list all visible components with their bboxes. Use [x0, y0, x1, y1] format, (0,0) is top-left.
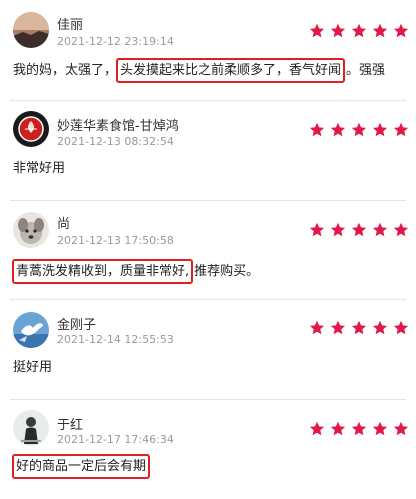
review-text: 非常好用	[13, 161, 66, 176]
star-icon	[351, 421, 367, 436]
review-time: 2021-12-13 08:32:54	[57, 135, 174, 148]
star-icon	[393, 320, 409, 335]
star-icon	[330, 421, 346, 436]
review-item: 佳丽 2021-12-12 23:19:14 我的妈，太强了， 头发摸起来比之前柔…	[0, 0, 416, 100]
dove-avatar-image	[13, 312, 49, 348]
reviewer-name: 于红	[57, 418, 84, 433]
reviewer-name: 佳丽	[57, 18, 84, 33]
rating-stars	[309, 421, 409, 437]
rating-stars	[309, 122, 409, 138]
star-icon	[309, 320, 325, 335]
star-icon	[351, 320, 367, 335]
star-icon	[309, 23, 325, 38]
rating-stars	[309, 320, 409, 336]
star-icon	[351, 122, 367, 137]
review-item: 妙莲华素食馆-甘焯鸿 2021-12-13 08:32:54 非常好用	[0, 101, 416, 200]
star-icon	[393, 421, 409, 436]
user-avatar[interactable]	[13, 212, 49, 248]
star-icon	[372, 320, 388, 335]
dog-avatar-image	[13, 212, 49, 248]
star-icon	[330, 23, 346, 38]
review-content: 青蒿洗发精收到，质量非常好, 推荐购买。	[12, 259, 260, 284]
review-time: 2021-12-17 17:46:34	[57, 433, 174, 446]
review-content: 我的妈，太强了， 头发摸起来比之前柔顺多了，香气好闻 。强强	[13, 58, 386, 83]
star-icon	[372, 122, 388, 137]
reviewer-name: 金刚子	[57, 318, 97, 333]
star-icon	[393, 23, 409, 38]
user-avatar[interactable]	[13, 111, 49, 147]
star-icon	[372, 23, 388, 38]
sunset-avatar-image	[13, 12, 49, 48]
star-icon	[372, 421, 388, 436]
star-icon	[393, 122, 409, 137]
review-content: 挺好用	[13, 356, 52, 375]
highlighted-text: 好的商品一定后会有期	[12, 454, 151, 479]
star-icon	[330, 222, 346, 237]
rating-stars	[309, 222, 409, 238]
user-avatar[interactable]	[13, 410, 49, 446]
highlighted-text: 头发摸起来比之前柔顺多了，香气好闻	[116, 58, 346, 83]
review-text-tail: 推荐购买。	[194, 264, 260, 279]
star-icon	[372, 222, 388, 237]
reviewer-name: 尚	[57, 217, 71, 232]
star-icon	[309, 222, 325, 237]
reviewer-name: 妙莲华素食馆-甘焯鸿	[57, 119, 179, 134]
review-item: 尚 2021-12-13 17:50:58 青蒿洗发精收到，质量非常好, 推荐购买…	[0, 201, 416, 301]
review-text: 我的妈，太强了，	[13, 63, 118, 78]
star-icon	[351, 23, 367, 38]
star-icon	[309, 122, 325, 137]
user-avatar[interactable]	[13, 312, 49, 348]
review-content: 好的商品一定后会有期	[12, 454, 151, 479]
person-avatar-image	[13, 410, 49, 446]
review-text: 挺好用	[13, 360, 53, 375]
review-text-tail: 。强强	[346, 63, 386, 78]
review-time: 2021-12-14 12:55:53	[57, 333, 174, 346]
user-avatar[interactable]	[13, 12, 49, 48]
star-icon	[330, 122, 346, 137]
star-icon	[330, 320, 346, 335]
review-time: 2021-12-13 17:50:58	[57, 234, 174, 247]
review-item: 于红 2021-12-17 17:46:34 好的商品一定后会有期	[0, 400, 416, 499]
star-icon	[309, 421, 325, 436]
star-icon	[393, 222, 409, 237]
red-lotus-avatar-image	[13, 111, 49, 147]
review-time: 2021-12-12 23:19:14	[57, 35, 174, 48]
review-content: 非常好用	[13, 157, 65, 176]
review-item: 金刚子 2021-12-14 12:55:53 挺好用	[0, 300, 416, 400]
rating-stars	[309, 23, 409, 39]
star-icon	[351, 222, 367, 237]
highlighted-text: 青蒿洗发精收到，质量非常好,	[12, 259, 194, 284]
